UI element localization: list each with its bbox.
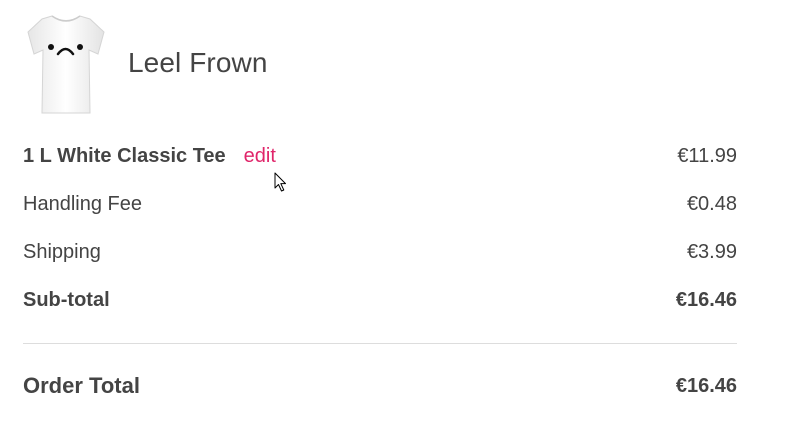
handling-fee-price: €0.48 [686,192,737,215]
product-header: Leel Frown [26,8,268,118]
line-item-price: €11.99 [677,144,737,167]
order-total-label: Order Total [23,373,140,398]
line-item-row: 1 L White Classic Tee edit €11.99 [23,132,737,180]
order-total-price: €16.46 [675,374,737,397]
handling-fee-row: Handling Fee €0.48 [23,180,737,228]
subtotal-label: Sub-total [23,288,110,311]
tshirt-frown-icon [27,15,105,114]
edit-link[interactable]: edit [244,145,276,168]
line-item-description: 1 L White Classic Tee [23,144,226,167]
subtotal-price: €16.46 [675,288,737,311]
order-summary: 1 L White Classic Tee edit €11.99 Handli… [23,132,737,428]
handling-fee-label: Handling Fee [23,192,142,215]
shipping-row: Shipping €3.99 [23,228,737,276]
order-total-row: Order Total €16.46 [23,344,737,428]
shipping-label: Shipping [23,240,101,263]
shipping-price: €3.99 [686,240,737,263]
product-name: Leel Frown [128,47,268,78]
subtotal-row: Sub-total €16.46 [23,276,737,324]
